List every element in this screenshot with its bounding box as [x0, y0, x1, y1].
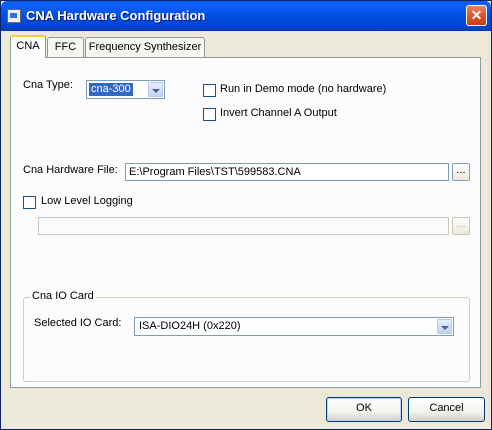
chevron-down-icon[interactable] [437, 319, 452, 334]
low-level-logging-checkbox[interactable] [23, 196, 36, 209]
ok-button[interactable]: OK [326, 397, 402, 422]
io-card-groupbox: Cna IO Card Selected IO Card: ISA-DIO24H… [23, 290, 470, 382]
close-button[interactable]: ✕ [466, 5, 487, 26]
chevron-down-icon[interactable] [148, 82, 163, 97]
logging-path-browse-button[interactable]: ... [452, 217, 470, 235]
dialog-window: CNA Hardware Configuration ✕ CNA FFC Fre… [0, 0, 492, 430]
io-card-select[interactable]: ISA-DIO24H (0x220) [134, 317, 454, 336]
demo-mode-label: Run in Demo mode (no hardware) [220, 83, 387, 95]
cna-type-select[interactable]: cna-300 [86, 80, 165, 99]
io-card-value: ISA-DIO24H (0x220) [139, 320, 241, 332]
hardware-file-label: Cna Hardware File: [23, 164, 118, 176]
io-card-group-title: Cna IO Card [30, 290, 96, 302]
demo-mode-checkbox[interactable] [203, 84, 216, 97]
app-icon [7, 9, 21, 23]
tab-ffc[interactable]: FFC [47, 37, 84, 57]
tab-frequency-synthesizer[interactable]: Frequency Synthesizer [85, 37, 205, 57]
cancel-button[interactable]: Cancel [408, 397, 485, 422]
invert-channel-label: Invert Channel A Output [220, 107, 337, 119]
low-level-logging-label: Low Level Logging [41, 195, 133, 207]
cna-tab-panel: Cna Type: cna-300 Run in Demo mode (no h… [10, 57, 481, 388]
cna-type-label: Cna Type: [23, 79, 73, 91]
close-icon: ✕ [470, 7, 483, 23]
title-bar[interactable]: CNA Hardware Configuration ✕ [1, 1, 491, 31]
cna-type-value: cna-300 [89, 83, 133, 96]
window-title: CNA Hardware Configuration [26, 8, 206, 23]
io-card-label: Selected IO Card: [34, 317, 122, 329]
tab-cna[interactable]: CNA [10, 35, 46, 58]
invert-channel-checkbox[interactable] [203, 108, 216, 121]
logging-path-input[interactable] [38, 217, 449, 235]
hardware-file-browse-button[interactable]: ... [452, 163, 470, 181]
hardware-file-input[interactable]: E:\Program Files\TST\599583.CNA [125, 163, 449, 181]
